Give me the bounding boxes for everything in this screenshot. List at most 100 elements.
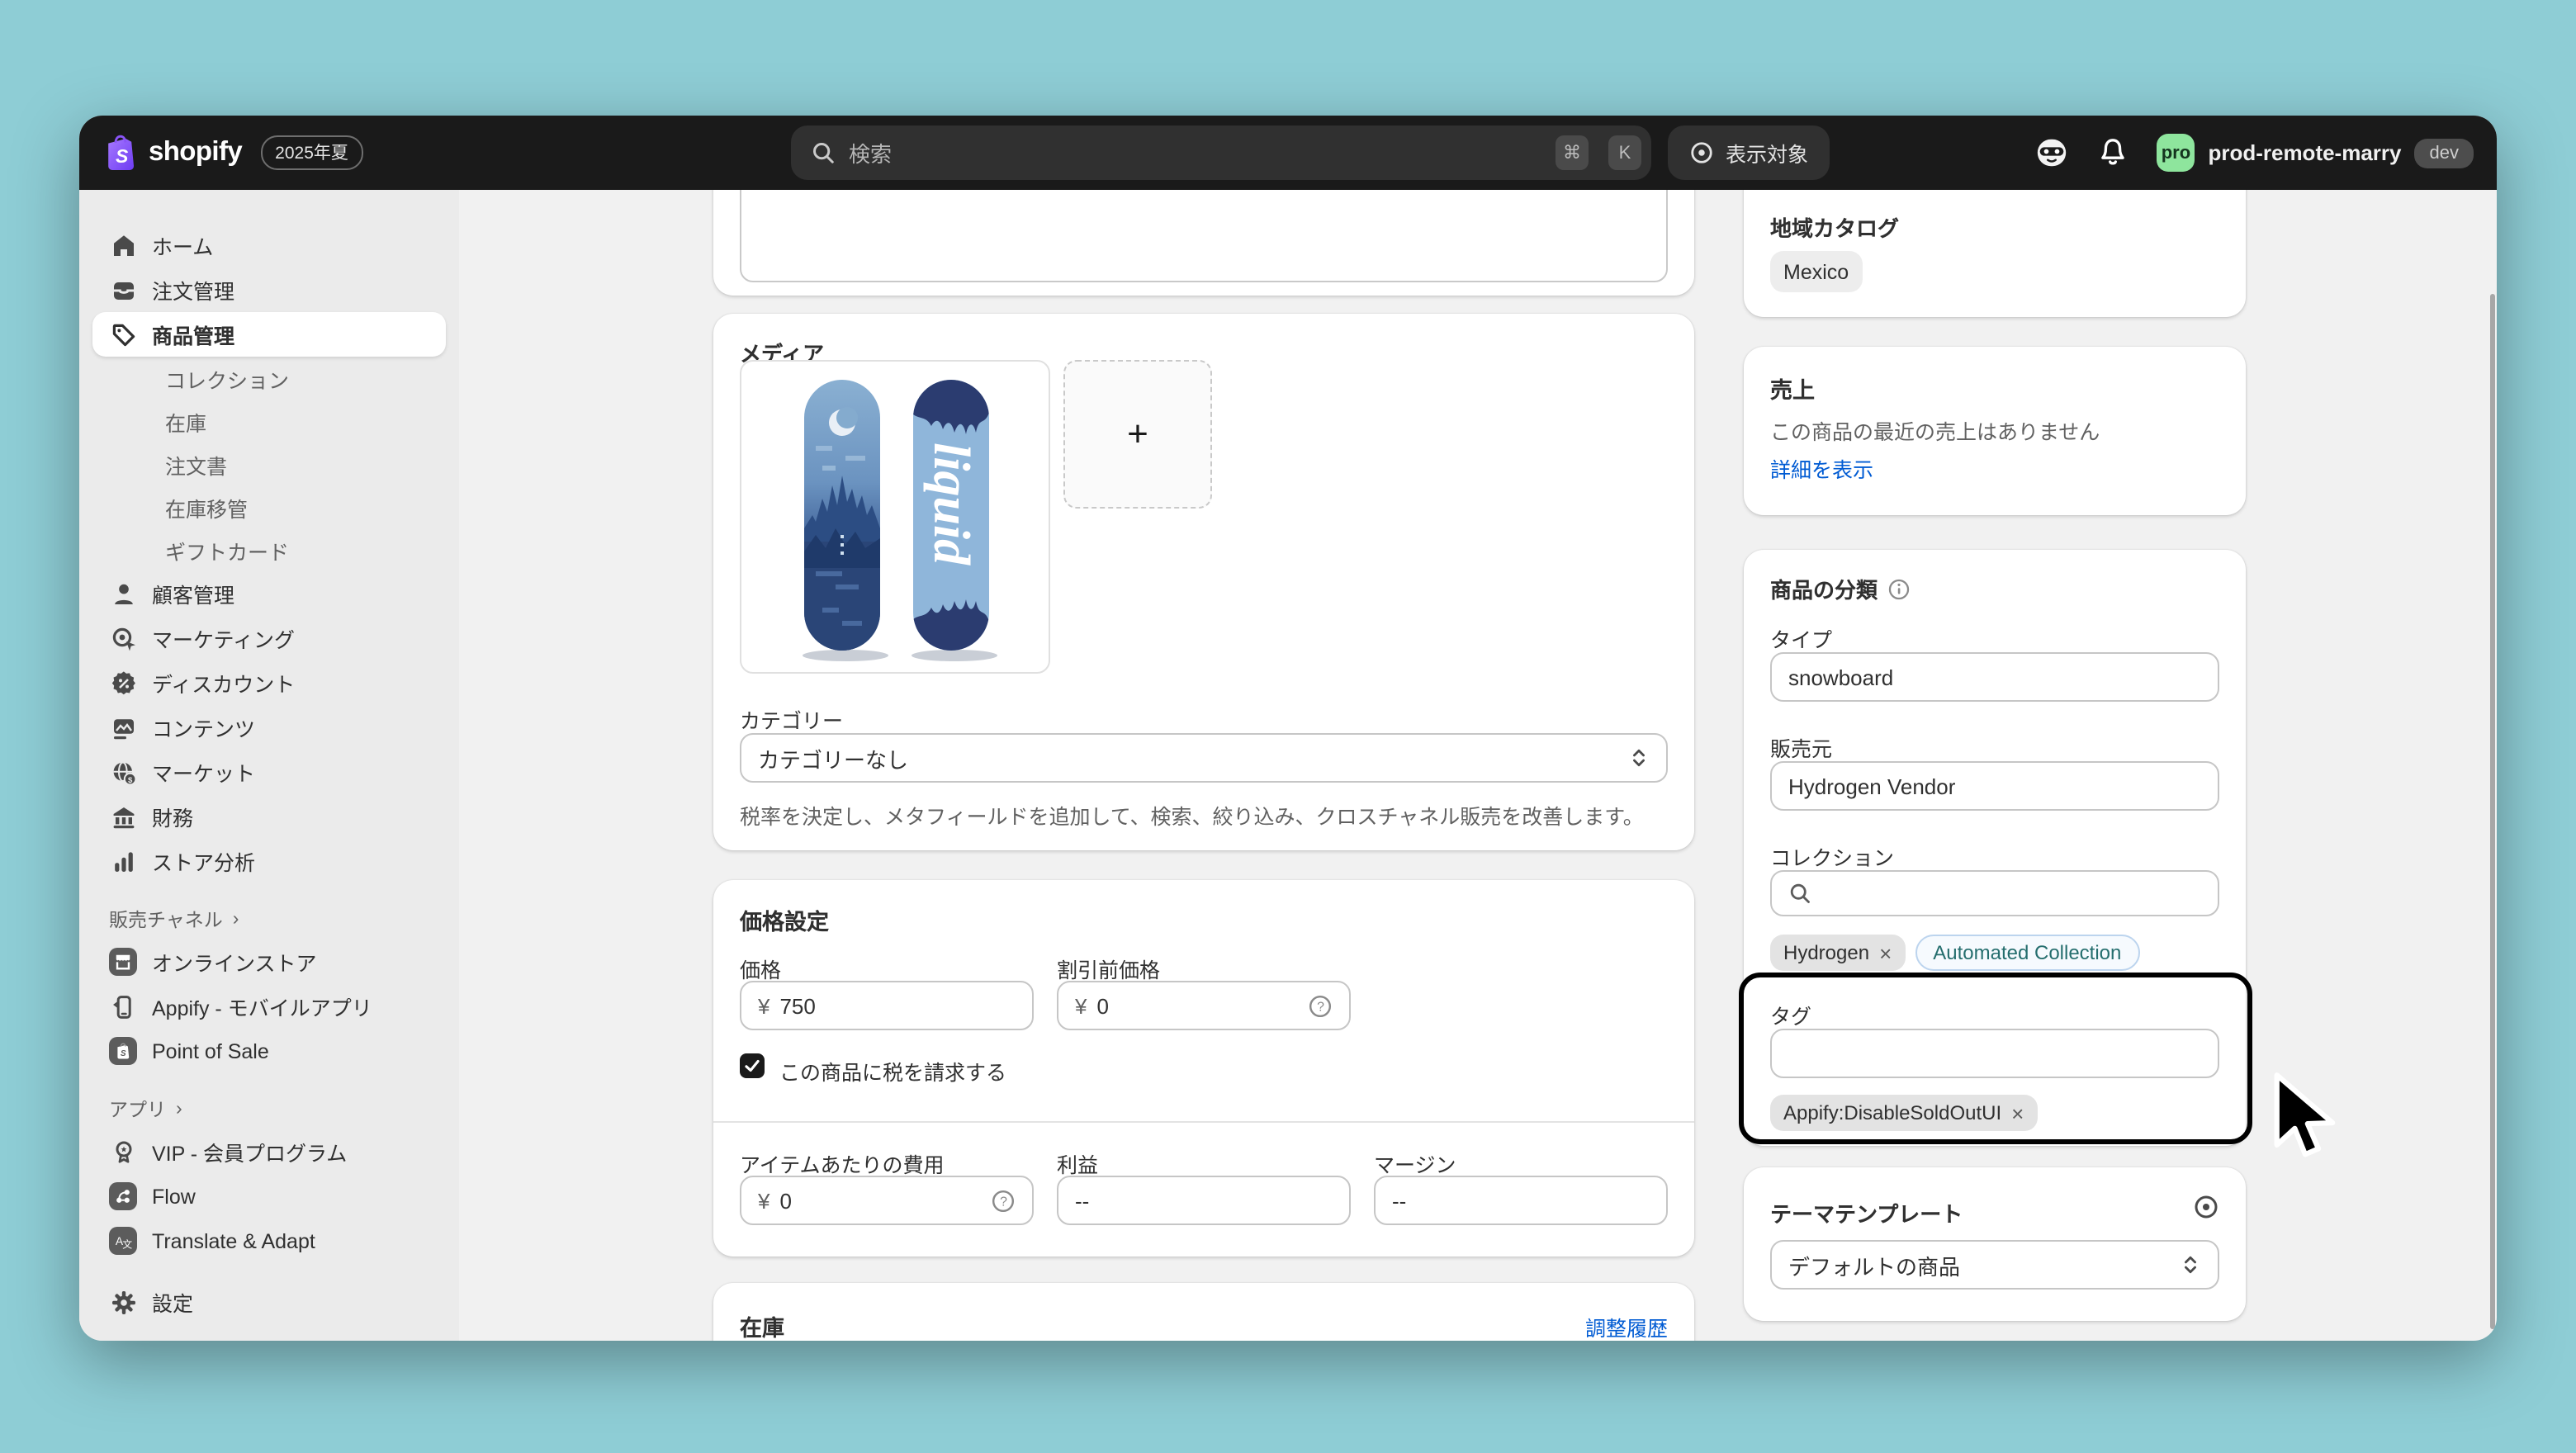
info-icon[interactable]: [1887, 577, 1911, 600]
compare-price-input[interactable]: ¥ 0 ?: [1057, 981, 1351, 1030]
sidebar-item-translate[interactable]: A文 Translate & Adapt: [92, 1219, 446, 1263]
svg-text:文: 文: [122, 1238, 132, 1250]
home-icon: [109, 232, 137, 258]
sidebar-item-finance[interactable]: 財務: [92, 794, 446, 839]
sidebar-item-inventory[interactable]: 在庫: [92, 400, 446, 443]
global-search-input[interactable]: 検索 ⌘ K: [791, 125, 1651, 180]
topbar: S shopify 2025年夏 検索 ⌘ K 表示対象: [79, 116, 2497, 190]
pricing-divider: [713, 1121, 1694, 1123]
medal-icon: [109, 1138, 137, 1165]
sales-card: 売上 この商品の最近の売上はありません 詳細を表示: [1744, 347, 2246, 515]
charge-tax-checkbox[interactable]: [740, 1053, 765, 1078]
sidebar-item-analytics[interactable]: ストア分析: [92, 839, 446, 883]
sidebar-item-gift-cards[interactable]: ギフトカード: [92, 528, 446, 571]
vendor-input[interactable]: Hydrogen Vendor: [1770, 761, 2219, 811]
notifications-button[interactable]: [2097, 137, 2129, 168]
plus-icon: +: [1127, 413, 1148, 456]
tags-input[interactable]: [1770, 1029, 2219, 1078]
sidebar-item-products[interactable]: 商品管理: [92, 312, 446, 357]
sidebar-item-vip[interactable]: VIP - 会員プログラム: [92, 1129, 446, 1174]
tag-icon: [109, 321, 137, 348]
svg-text:S: S: [121, 1049, 126, 1058]
sidebar-item-online-store[interactable]: オンラインストア: [92, 939, 446, 984]
desktop: S shopify 2025年夏 検索 ⌘ K 表示対象: [0, 0, 2576, 1453]
regional-catalog-title: 地域カタログ: [1770, 211, 1899, 243]
page-scrollbar[interactable]: [2489, 294, 2495, 1329]
sidebar-item-appify[interactable]: Appify - モバイルアプリ: [92, 984, 446, 1029]
sidebar-item-purchase-orders[interactable]: 注文書: [92, 443, 446, 485]
category-select[interactable]: カテゴリーなし: [740, 733, 1668, 783]
apps-section[interactable]: アプリ ›: [92, 1090, 446, 1129]
svg-text:S: S: [116, 145, 129, 167]
orders-icon: [109, 277, 137, 303]
profit-label: 利益: [1057, 1148, 1098, 1179]
help-icon[interactable]: ?: [1308, 993, 1333, 1018]
catalog-tag[interactable]: Mexico: [1770, 251, 1862, 292]
globe-dollar-icon: $: [109, 759, 137, 785]
brand-name: shopify: [149, 137, 242, 168]
check-icon: [743, 1057, 761, 1075]
search-icon: [1788, 882, 1811, 905]
flow-icon: [109, 1182, 137, 1210]
chevron-right-icon: ›: [176, 1100, 182, 1119]
price-label: 価格: [740, 953, 781, 984]
shortcut-cmd-key: ⌘: [1556, 135, 1589, 170]
select-chevrons-icon: [2180, 1253, 2201, 1276]
account-menu[interactable]: pro prod-remote-marry dev: [2157, 134, 2474, 172]
select-chevrons-icon: [1628, 746, 1650, 769]
sidebar-item-discounts[interactable]: ディスカウント: [92, 660, 446, 705]
sidebar-item-flow[interactable]: Flow: [92, 1174, 446, 1219]
type-input[interactable]: snowboard: [1770, 652, 2219, 702]
collection-tag-automated[interactable]: Automated Collection: [1915, 935, 2139, 971]
target-icon: [1689, 140, 1714, 165]
tags-label: タグ: [1770, 999, 1811, 1030]
theme-template-select[interactable]: デフォルトの商品: [1770, 1240, 2219, 1290]
product-media-thumbnail[interactable]: liquid: [740, 360, 1050, 674]
product-tag[interactable]: Appify:DisableSoldOutUI ×: [1770, 1095, 2037, 1131]
sidebar-item-pos[interactable]: S Point of Sale: [92, 1029, 446, 1073]
sidebar-item-settings[interactable]: 設定: [92, 1280, 446, 1324]
margin-field: --: [1374, 1176, 1668, 1225]
sales-details-link[interactable]: 詳細を表示: [1770, 452, 1873, 484]
remove-tag-icon[interactable]: ×: [2011, 1102, 2024, 1124]
add-media-button[interactable]: +: [1063, 360, 1212, 509]
bell-icon: [2097, 137, 2129, 168]
online-store-icon: [109, 948, 137, 976]
view-icon[interactable]: [2193, 1194, 2219, 1220]
collection-tag-hydrogen[interactable]: Hydrogen ×: [1770, 935, 1905, 971]
translate-icon: A文: [109, 1227, 137, 1255]
help-icon[interactable]: ?: [991, 1188, 1016, 1213]
sidekick-face-icon: [2034, 135, 2069, 170]
svg-text:$: $: [127, 775, 132, 784]
view-target-button[interactable]: 表示対象: [1668, 125, 1830, 180]
sidebar-item-collections[interactable]: コレクション: [92, 357, 446, 400]
chevron-right-icon: ›: [233, 910, 239, 930]
collections-search-input[interactable]: [1770, 870, 2219, 916]
store-avatar: pro: [2157, 134, 2195, 172]
sidebar-item-home[interactable]: ホーム: [92, 223, 446, 267]
theme-template-card: テーマテンプレート デフォルトの商品: [1744, 1167, 2246, 1321]
sidebar-item-markets[interactable]: $ マーケット: [92, 750, 446, 794]
cost-input[interactable]: ¥ 0 ?: [740, 1176, 1034, 1225]
sidekick-button[interactable]: [2034, 135, 2069, 170]
sales-title: 売上: [1770, 372, 1815, 405]
remove-tag-icon[interactable]: ×: [1879, 942, 1892, 963]
cost-label: アイテムあたりの費用: [740, 1148, 945, 1179]
theme-template-title: テーマテンプレート: [1770, 1197, 1963, 1228]
price-input[interactable]: ¥ 750: [740, 981, 1034, 1030]
sidebar-item-customers[interactable]: 顧客管理: [92, 571, 446, 616]
store-name: prod-remote-marry: [2208, 140, 2401, 165]
sidebar-spacer: [92, 1263, 446, 1280]
sidebar-item-marketing[interactable]: マーケティング: [92, 616, 446, 660]
bar-chart-icon: [109, 848, 137, 874]
bank-icon: [109, 803, 137, 830]
sidebar-item-orders[interactable]: 注文管理: [92, 267, 446, 312]
sidebar-item-content[interactable]: コンテンツ: [92, 705, 446, 750]
sales-channels-section[interactable]: 販売チャネル ›: [92, 900, 446, 939]
inventory-card: 在庫 調整履歴: [713, 1283, 1694, 1341]
mobile-app-icon: [109, 993, 137, 1020]
adjustment-history-link[interactable]: 調整履歴: [1585, 1311, 1668, 1341]
sidebar-item-transfers[interactable]: 在庫移管: [92, 485, 446, 528]
gear-icon: [109, 1289, 137, 1315]
shopify-logo[interactable]: S shopify 2025年夏: [102, 116, 363, 190]
